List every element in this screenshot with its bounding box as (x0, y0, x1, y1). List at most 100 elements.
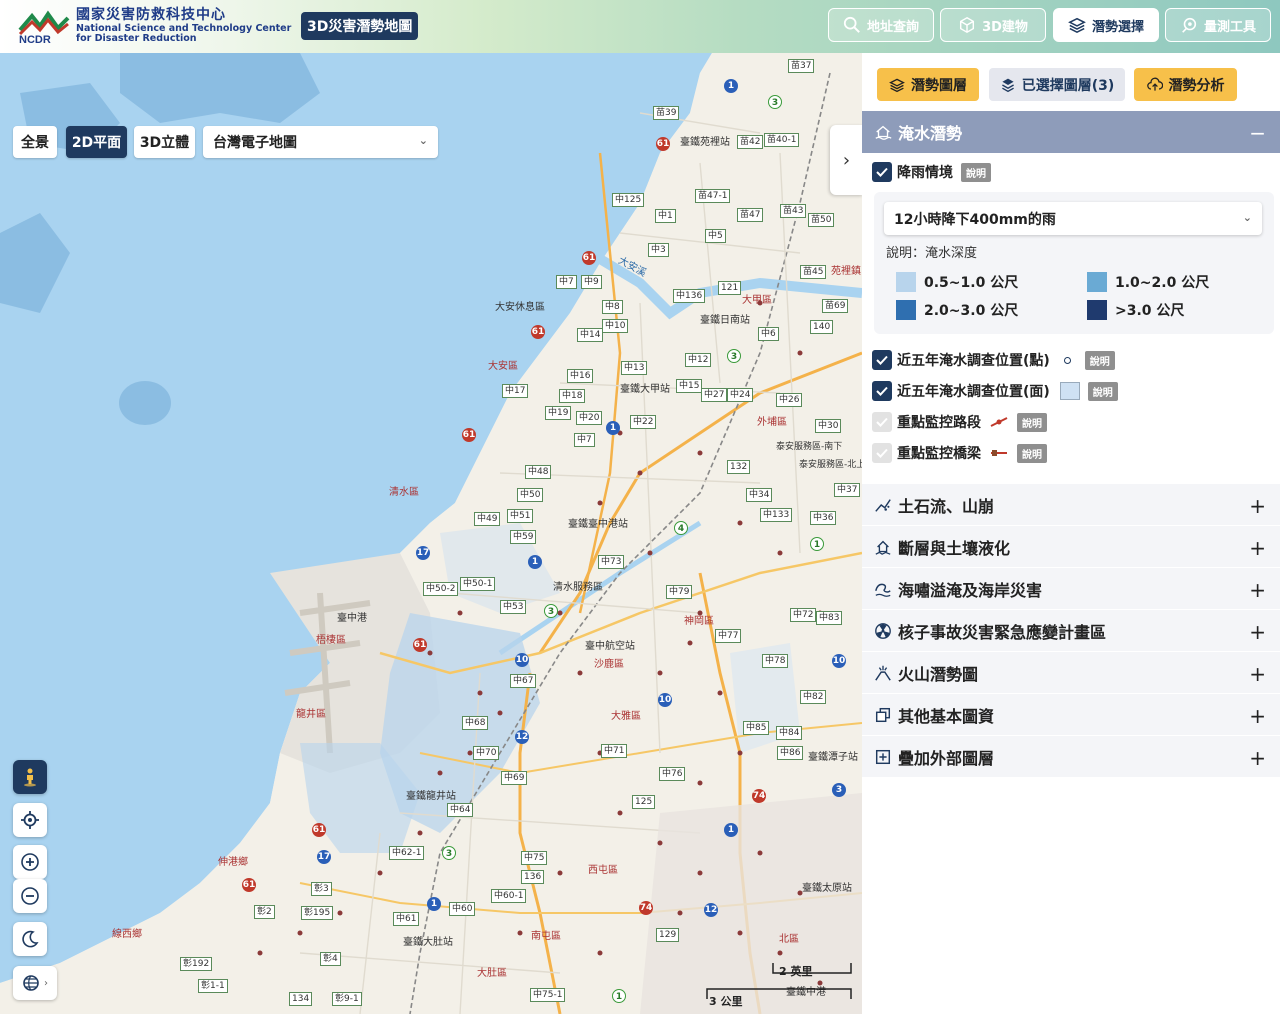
layer-info-button[interactable]: 說明 (1084, 350, 1115, 370)
place-label: 臺鐵太原站 (802, 883, 852, 894)
road-number-label: 中15 (676, 379, 703, 393)
section-volcano[interactable]: 火山潛勢圖 + (862, 651, 1280, 693)
layer-checkbox[interactable] (872, 350, 892, 370)
measure-tool-label: 量測工具 (1203, 19, 1256, 35)
measure-tool-button[interactable]: 量測工具 (1165, 8, 1271, 42)
zoom-out-button[interactable] (13, 879, 47, 913)
place-label: 伸港鄉 (218, 857, 248, 868)
route-shield-icon: 74 (752, 789, 766, 803)
collapse-icon: − (1249, 121, 1266, 145)
check-icon (876, 386, 888, 396)
rain-scenario-select[interactable]: 12小時降下400mm的雨 ⌄ (884, 202, 1262, 235)
section-fault-liquefaction[interactable]: 斷層與土壤液化 + (862, 525, 1280, 567)
layer-info-button[interactable]: 說明 (1087, 381, 1118, 401)
section-nuclear[interactable]: 核子事故災害緊急應變計畫區 + (862, 609, 1280, 651)
stacked-check-icon (1001, 78, 1014, 92)
tab-hazard-layers[interactable]: 潛勢圖層 (877, 68, 979, 101)
street-view-button[interactable] (13, 760, 47, 794)
section-base-maps[interactable]: 其他基本圖資 + (862, 693, 1280, 735)
road-number-label: 中36 (810, 511, 837, 525)
road-number-label: 彰1-1 (198, 979, 228, 993)
collapse-panel-button[interactable]: › (830, 125, 862, 195)
rain-scenario-checkbox[interactable] (872, 162, 892, 182)
view-2d-button[interactable]: 2D平面 (66, 126, 127, 158)
dark-mode-button[interactable] (13, 922, 47, 956)
route-shield-icon: 61 (413, 638, 427, 652)
road-number-label: 140 (810, 320, 834, 334)
road-number-label: 苗50 (808, 213, 835, 227)
rain-scenario-info-button[interactable]: 說明 (961, 162, 991, 182)
route-shield-icon: 3 (727, 349, 741, 363)
address-search-button[interactable]: 地址查詢 (828, 8, 934, 42)
basemap-select[interactable]: 台灣電子地圖 ⌄ (203, 126, 438, 158)
zoom-in-button[interactable] (13, 845, 47, 879)
view-3d-button[interactable]: 3D立體 (134, 126, 195, 158)
rain-scenario-value: 12小時降下400mm的雨 (894, 211, 1056, 228)
route-shield-icon: 61 (312, 823, 326, 837)
search-icon (843, 16, 860, 33)
road-number-label: 中136 (673, 289, 706, 303)
place-label: 外埔區 (757, 417, 787, 428)
section-external-layers[interactable]: 疊加外部圖層 + (862, 735, 1280, 777)
road-number-label: 中83 (816, 611, 843, 625)
3d-buildings-button[interactable]: 3D建物 (940, 8, 1046, 42)
road-number-label: 彰9-1 (332, 992, 362, 1006)
road-number-label: 中13 (621, 361, 648, 375)
layer-info-button[interactable]: 說明 (1017, 412, 1047, 432)
tab-selected-layers[interactable]: 已選擇圖層(3) (989, 68, 1125, 101)
layer-row-monitor-roads: 重點監控路段 說明 (872, 411, 1047, 433)
section-tsunami-coastal[interactable]: 海嘯溢淹及海岸災害 + (862, 567, 1280, 609)
add-layer-icon (875, 749, 891, 764)
road-number-label: 中3 (648, 243, 669, 257)
road-number-label: 中75 (521, 851, 548, 865)
road-number-label: 中78 (762, 654, 789, 668)
cloud-upload-icon (1146, 77, 1163, 91)
hazard-panel: 潛勢圖層 已選擇圖層(3) 潛勢分析 淹水潛勢 − 降雨情境 說明 12小時降下… (862, 53, 1280, 1014)
locate-button[interactable] (13, 803, 47, 837)
layer-checkbox[interactable] (872, 443, 892, 463)
section-label: 土石流、山崩 (898, 496, 995, 516)
layer-label: 重點監控橋梁 (897, 446, 981, 462)
route-shield-icon: 61 (656, 137, 670, 151)
measure-icon (1182, 17, 1197, 33)
section-flood-header[interactable]: 淹水潛勢 − (862, 111, 1280, 153)
road-number-label: 苗40-1 (764, 133, 800, 147)
3d-buildings-label: 3D建物 (982, 19, 1028, 35)
layer-checkbox[interactable] (872, 412, 892, 432)
place-label: 臺鐵龍井站 (406, 791, 456, 802)
road-number-label: 彰4 (320, 952, 341, 966)
road-number-label: 129 (656, 928, 680, 942)
road-number-label: 121 (718, 281, 742, 295)
road-number-label: 中5 (705, 229, 726, 243)
road-number-label: 中60 (449, 902, 476, 916)
road-number-label: 中30 (815, 419, 842, 433)
hazard-select-button[interactable]: 潛勢選擇 (1053, 8, 1159, 42)
section-debris-flow[interactable]: 土石流、山崩 + (862, 483, 1280, 525)
basemap-select-value: 台灣電子地圖 (213, 135, 297, 151)
globe-menu-button[interactable]: › (13, 966, 57, 1000)
layer-info-button[interactable]: 說明 (1017, 443, 1047, 463)
view-panorama-button[interactable]: 全景 (13, 126, 57, 158)
road-number-label: 中59 (510, 530, 537, 544)
tab-hazard-analysis[interactable]: 潛勢分析 (1134, 68, 1237, 101)
cube-icon (960, 16, 975, 34)
road-number-label: 中50-1 (460, 577, 496, 591)
map-canvas[interactable]: 臺鐵苑裡站 大甲區 臺鐵日南站 大安休息區 大安區 臺鐵大甲站 外埔區 清水區 … (0, 53, 862, 1014)
road-number-label: 中18 (559, 389, 586, 403)
layer-row-flood-areas: 近五年淹水調查位置(面) 說明 (872, 380, 1118, 402)
place-label: 神岡區 (684, 616, 714, 627)
layer-checkbox[interactable] (872, 381, 892, 401)
road-number-label: 中73 (598, 555, 625, 569)
road-number-label: 苗37 (788, 59, 815, 73)
check-icon (876, 448, 888, 458)
scale-imperial-label: 2 英里 (779, 965, 813, 978)
dark-mode-icon (22, 930, 39, 948)
road-number-label: 苗43 (780, 204, 807, 218)
ncdr-logo[interactable]: NCDR 國家災害防救科技中心 National Science and Tec… (18, 8, 291, 46)
road-number-label: 苗45 (800, 265, 827, 279)
road-number-label: 中53 (500, 600, 527, 614)
road-number-label: 中34 (746, 488, 773, 502)
road-number-label: 彰192 (180, 957, 213, 971)
route-shield-icon: 10 (658, 693, 672, 707)
road-number-label: 中51 (507, 509, 534, 523)
